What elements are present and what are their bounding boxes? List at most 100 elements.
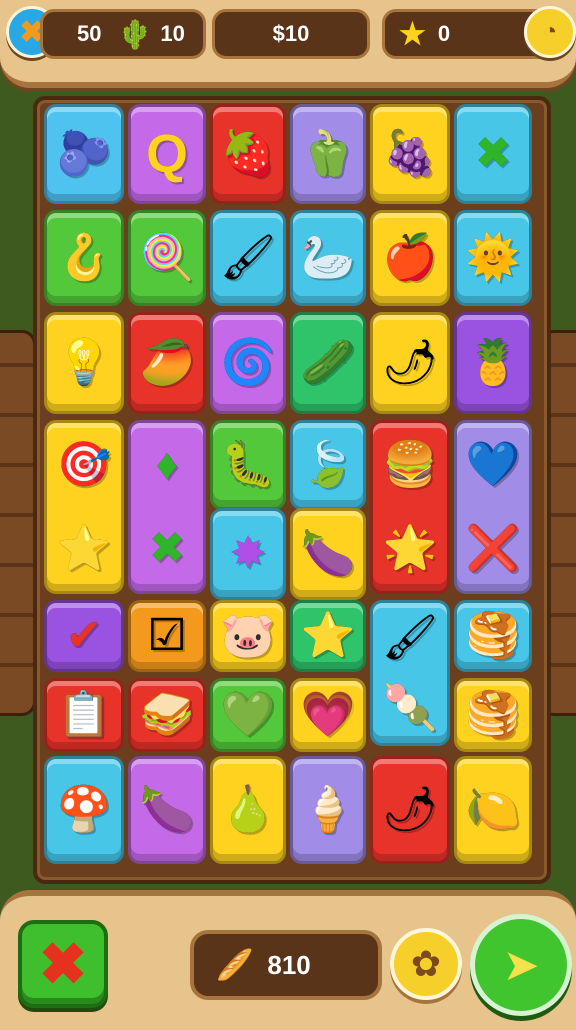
bell-pepper-icon: 🫑 (300, 129, 356, 178)
note-icon: 📋 (56, 690, 112, 739)
tile-r2c2[interactable]: 🍭 (128, 210, 206, 306)
splat-icon: ✸ (229, 529, 267, 578)
tile-r6c1[interactable]: ✔ (44, 600, 124, 672)
tile-r6c2[interactable]: ☑ (128, 600, 206, 672)
star-icon: ★ (399, 17, 426, 51)
plum-icon: 🍇 (382, 129, 438, 178)
coin-icon: ◔ (542, 18, 558, 45)
checkbox-icon: ☑ (147, 611, 187, 660)
tile-r2c6[interactable]: 🌞 (454, 210, 532, 306)
star-icon: ⭐ (300, 611, 356, 660)
radish-icon: 🌶 (382, 338, 438, 387)
lollipop-icon: 🍭 (139, 233, 195, 282)
coin-button[interactable]: ◔ (524, 6, 576, 58)
tile-r2c3[interactable]: 🖌 (210, 210, 286, 306)
target-icon-secondary: ⭐ (56, 524, 112, 573)
tile-r8c1[interactable]: 🍄 (44, 756, 124, 864)
heart-icon: 💗 (300, 690, 356, 739)
eggplant-icon: 🍆 (300, 529, 356, 578)
tile-r4c4[interactable]: 🍃 (290, 420, 366, 510)
tile-r1c6[interactable]: ✖ (454, 104, 532, 204)
swan-icon: 🦢 (300, 233, 356, 282)
apple-icon: 🍎 (382, 233, 438, 282)
top-hud: ✖ 50 🌵 10 $10 ★ 0 ◔ (0, 0, 576, 88)
bulb-icon: 💡 (56, 338, 112, 387)
tile-r6c4[interactable]: ⭐ (290, 600, 366, 672)
tile-r6c3[interactable]: 🐷 (210, 600, 286, 672)
tile-r8c5[interactable]: 🌶 (370, 756, 450, 864)
cross-icon: ✖ (474, 129, 512, 178)
tile-r7c2[interactable]: 🥪 (128, 678, 206, 752)
tile-r3c3[interactable]: 🌀 (210, 312, 286, 414)
tile-r3c6[interactable]: 🍍 (454, 312, 532, 414)
tile-r6c5[interactable]: 🖌 🍡 (370, 600, 450, 746)
tile-r2c5[interactable]: 🍎 (370, 210, 450, 306)
pancake-icon: 🥞 (465, 690, 521, 739)
tile-r5c3[interactable]: ✸ (210, 508, 286, 600)
macaron-icon: 🍔 (382, 440, 438, 489)
tile-r1c5[interactable]: 🍇 (370, 104, 450, 204)
tile-r5c4[interactable]: 🍆 (290, 508, 366, 600)
tile-r7c1[interactable]: 📋 (44, 678, 124, 752)
play-button[interactable]: ➤ (470, 914, 572, 1016)
heart-blob-icon-secondary: ❌ (465, 524, 521, 573)
tile-r8c2[interactable]: 🍆 (128, 756, 206, 864)
letter-q-icon: Q (145, 124, 188, 184)
diamond-icon-secondary: ✖ (148, 524, 186, 573)
popsicle-icon: 🍦 (300, 785, 356, 834)
tile-r2c4[interactable]: 🦢 (290, 210, 366, 306)
tile-r4c1[interactable]: 🎯 ⭐ (44, 420, 124, 594)
tile-r1c1[interactable]: 🫐 (44, 104, 124, 204)
blob-icon: 🐷 (220, 611, 276, 660)
stack-icon: 🥞 (465, 611, 521, 660)
star-value: 0 (437, 21, 451, 46)
candy-stick-icon: 🖌 (382, 613, 438, 662)
tile-r3c1[interactable]: 💡 (44, 312, 124, 414)
tile-r4c5[interactable]: 🍔 🌟 (370, 420, 450, 594)
heart-blob-icon: 💙 (465, 440, 521, 489)
tile-r3c5[interactable]: 🌶 (370, 312, 450, 414)
money-value: $10 (272, 21, 310, 46)
tile-r4c6[interactable]: 💙 ❌ (454, 420, 532, 594)
hook-icon: 🪝 (56, 233, 112, 282)
bread-icon: 🥖 (216, 948, 254, 982)
sun-face-icon: 🌞 (465, 233, 521, 282)
tile-r8c3[interactable]: 🍐 (210, 756, 286, 864)
leaf-icon: 🍃 (300, 440, 356, 489)
pepper-icon: 🌶 (382, 785, 438, 834)
tile-r1c3[interactable]: 🍓 (210, 104, 286, 204)
popsicle-icon: 🍍 (465, 338, 521, 387)
tile-r7c3[interactable]: 💚 (210, 678, 286, 752)
swirl-icon: 🌀 (220, 338, 276, 387)
wood-fence-left (0, 330, 36, 716)
coin-counter: 🥖 810 (190, 930, 382, 1000)
tile-r7c4[interactable]: 💗 (290, 678, 366, 752)
tile-r4c3[interactable]: 🐛 (210, 420, 286, 510)
check-icon: ✔ (65, 611, 103, 660)
tile-r1c4[interactable]: 🫑 (290, 104, 366, 204)
gourd-icon: 🥒 (300, 338, 356, 387)
send-arrow-icon: ➤ (502, 940, 540, 990)
tile-r8c4[interactable]: 🍦 (290, 756, 366, 864)
tile-r7c6[interactable]: 🥞 (454, 678, 532, 752)
x-icon: ✖ (38, 932, 88, 997)
grape-icon: 🍆 (139, 785, 195, 834)
brush-icon: 🖌 (220, 233, 276, 282)
lemon-icon: 🍋 (465, 785, 521, 834)
tile-r2c1[interactable]: 🪝 (44, 210, 124, 306)
tile-r6c6[interactable]: 🥞 (454, 600, 532, 672)
tile-r4c2[interactable]: ♦ ✖ (128, 420, 206, 594)
tile-r1c2[interactable]: Q (128, 104, 206, 204)
tile-r3c4[interactable]: 🥒 (290, 312, 366, 414)
tile-r8c6[interactable]: 🍋 (454, 756, 532, 864)
mushroom-icon: 🍄 (56, 785, 112, 834)
settings-button[interactable]: ✿ (390, 928, 462, 1000)
worm-icon: 🐛 (220, 440, 276, 489)
coin-value: 810 (267, 949, 311, 980)
tile-r3c2[interactable]: 🥭 (128, 312, 206, 414)
money-display: $10 (212, 9, 370, 59)
mango-icon: 🥭 (139, 338, 195, 387)
pear-icon: 🍐 (220, 785, 276, 834)
sandwich-icon: 🥪 (139, 690, 195, 739)
quit-button[interactable]: ✖ (18, 920, 108, 1008)
